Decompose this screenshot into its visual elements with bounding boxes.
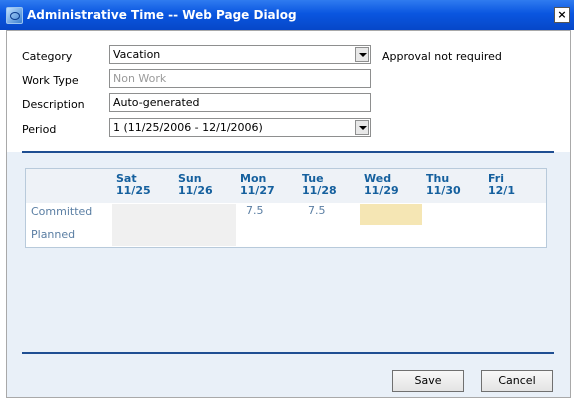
category-select[interactable]: Vacation: [109, 45, 371, 64]
description-label: Description: [22, 98, 85, 111]
day-header-thu: Thu 11/30: [426, 172, 461, 197]
day-header-sat: Sat 11/25: [116, 172, 151, 197]
internet-explorer-icon: [6, 7, 23, 24]
cell-planned-sun[interactable]: [174, 225, 236, 246]
title-bar: Administrative Time -- Web Page Dialog ×: [0, 0, 574, 30]
row-label-committed: Committed: [31, 205, 93, 218]
close-button[interactable]: ×: [554, 7, 570, 23]
save-button[interactable]: Save: [392, 370, 464, 392]
period-label: Period: [22, 123, 57, 136]
cell-committed-tue[interactable]: 7.5: [298, 204, 360, 225]
cell-committed-sun[interactable]: [174, 204, 236, 225]
cell-committed-wed[interactable]: [360, 204, 422, 225]
cell-planned-sat[interactable]: [112, 225, 174, 246]
approval-note: Approval not required: [382, 50, 502, 63]
divider-top: [22, 151, 554, 153]
row-label-planned: Planned: [31, 228, 76, 241]
day-header-mon: Mon 11/27: [240, 172, 275, 197]
cancel-button[interactable]: Cancel: [481, 370, 553, 392]
day-header-tue: Tue 11/28: [302, 172, 337, 197]
day-header-fri: Fri 12/1: [488, 172, 515, 197]
dialog-body: Category Vacation Approval not required …: [6, 30, 571, 398]
chevron-down-icon[interactable]: [355, 120, 369, 135]
grid-header: [26, 169, 546, 203]
chevron-down-icon[interactable]: [355, 47, 369, 62]
day-header-sun: Sun 11/26: [178, 172, 213, 197]
cell-committed-mon[interactable]: 7.5: [236, 204, 298, 225]
cell-committed-sat[interactable]: [112, 204, 174, 225]
day-header-wed: Wed 11/29: [364, 172, 399, 197]
cell-committed-fri[interactable]: [484, 204, 546, 225]
period-value: 1 (11/25/2006 - 12/1/2006): [113, 121, 263, 134]
category-label: Category: [22, 50, 73, 63]
description-input[interactable]: Auto-generated: [109, 93, 371, 112]
work-type-field: Non Work: [109, 69, 371, 88]
category-value: Vacation: [113, 48, 161, 61]
window-title: Administrative Time -- Web Page Dialog: [27, 8, 297, 22]
cell-committed-thu[interactable]: [422, 204, 484, 225]
description-value: Auto-generated: [113, 96, 200, 109]
divider-bottom: [22, 352, 554, 354]
work-type-label: Work Type: [22, 74, 79, 87]
period-select[interactable]: 1 (11/25/2006 - 12/1/2006): [109, 118, 371, 137]
work-type-value: Non Work: [113, 72, 167, 85]
time-grid: Sat 11/25 Sun 11/26 Mon 11/27 Tue 11/28 Wed 1…: [25, 168, 547, 248]
